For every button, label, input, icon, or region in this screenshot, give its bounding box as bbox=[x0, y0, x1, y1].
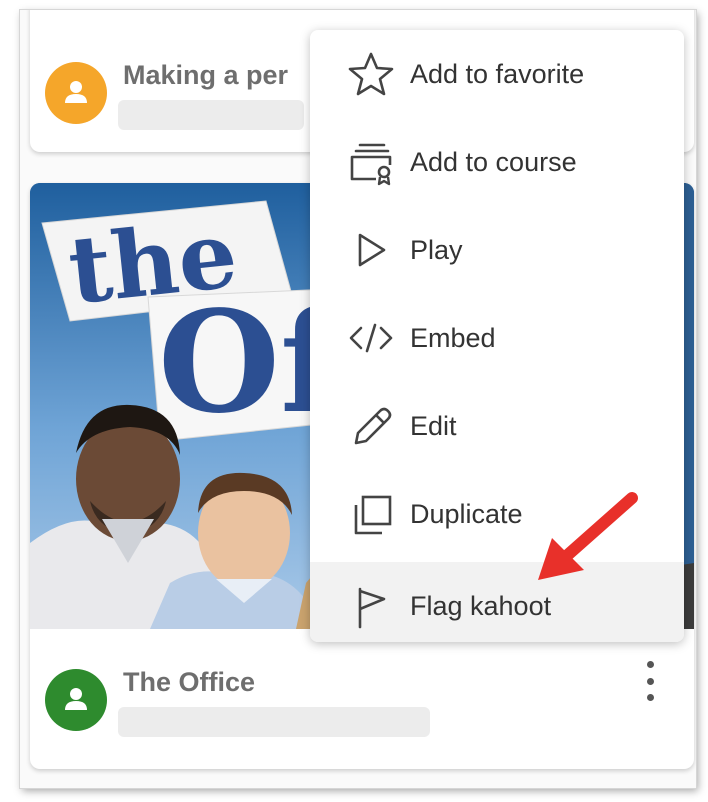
menu-item-play[interactable]: Play bbox=[310, 206, 684, 294]
kebab-menu-icon[interactable] bbox=[636, 657, 664, 705]
kebab-dot bbox=[646, 677, 654, 685]
menu-item-flag-kahoot[interactable]: Flag kahoot bbox=[310, 562, 684, 642]
menu-item-label: Embed bbox=[410, 322, 496, 353]
flag-icon bbox=[346, 581, 396, 631]
card-title: The Office bbox=[123, 667, 256, 697]
menu-item-add-to-favorite[interactable]: Add to favorite bbox=[310, 30, 684, 118]
menu-item-edit[interactable]: Edit bbox=[310, 382, 684, 470]
menu-item-label: Play bbox=[410, 234, 463, 265]
menu-item-label: Add to course bbox=[410, 146, 577, 177]
duplicate-icon bbox=[346, 489, 396, 539]
menu-item-label: Add to favorite bbox=[410, 58, 585, 89]
menu-item-add-to-course[interactable]: Add to course bbox=[310, 118, 684, 206]
pencil-icon bbox=[346, 401, 396, 451]
user-avatar bbox=[45, 669, 107, 731]
menu-item-label: Edit bbox=[410, 410, 457, 441]
context-menu: Add to favorite Add to course Play Embed… bbox=[310, 30, 684, 642]
menu-item-label: Duplicate bbox=[410, 498, 523, 529]
course-icon bbox=[346, 137, 396, 187]
user-avatar bbox=[45, 62, 107, 124]
menu-item-label: Flag kahoot bbox=[410, 590, 552, 621]
menu-item-duplicate[interactable]: Duplicate bbox=[310, 470, 684, 558]
screenshot-frame: Making a per the Of The Office Add to fa… bbox=[20, 10, 696, 788]
star-icon bbox=[346, 49, 396, 99]
user-icon bbox=[65, 81, 87, 103]
card-title: Making a per bbox=[123, 60, 289, 90]
code-icon bbox=[346, 313, 396, 363]
card-subtitle-placeholder bbox=[118, 707, 430, 737]
kebab-dot bbox=[646, 661, 654, 668]
card-subtitle-placeholder bbox=[118, 100, 304, 130]
menu-item-embed[interactable]: Embed bbox=[310, 294, 684, 382]
play-icon bbox=[346, 225, 396, 275]
kebab-dot bbox=[646, 694, 654, 701]
user-icon bbox=[65, 688, 87, 710]
